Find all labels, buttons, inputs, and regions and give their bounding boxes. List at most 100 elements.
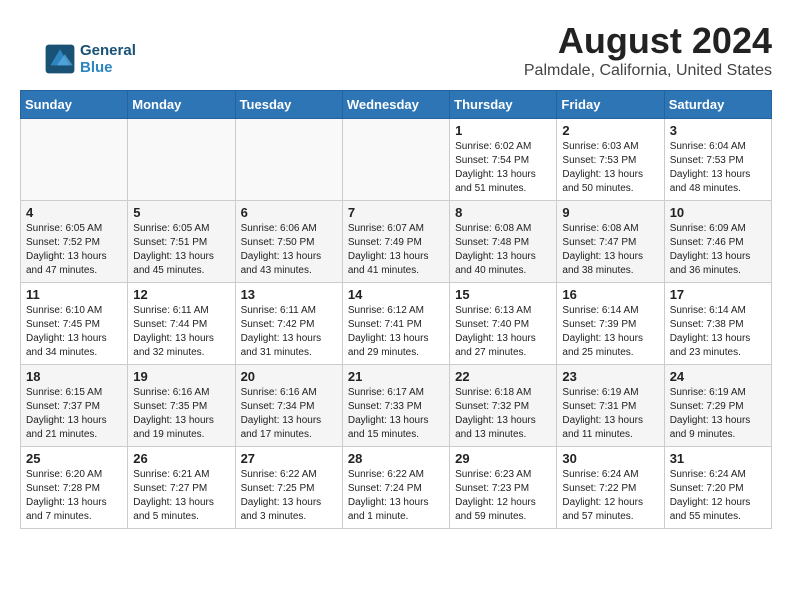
calendar-cell: 29 Sunrise: 6:23 AM Sunset: 7:23 PM Dayli… [450,447,557,529]
day-number: 15 [455,287,551,302]
calendar-cell: 4Sunrise: 6:05 AM Sunset: 7:52 PM Daylig… [21,201,128,283]
calendar-cell: 31Sunrise: 6:24 AM Sunset: 7:20 PM Dayli… [664,447,771,529]
day-number: 10 [670,205,766,220]
day-number: 14 [348,287,444,302]
day-info: Sunrise: 6:06 AM Sunset: 7:50 PM Dayligh… [241,222,337,278]
day-info: Sunrise: 6:08 AM Sunset: 7:48 PM Dayligh… [455,222,551,278]
day-number: 25 [26,451,122,466]
calendar-cell: 30 Sunrise: 6:24 AM Sunset: 7:22 PM Dayli… [557,447,664,529]
calendar-cell: 13 Sunrise: 6:11 AM Sunset: 7:42 PM Dayli… [235,283,342,365]
calendar-cell: 15 Sunrise: 6:13 AM Sunset: 7:40 PM Dayli… [450,283,557,365]
day-info: Sunrise: 6:10 AM Sunset: 7:45 PM Dayligh… [26,304,122,360]
day-number: 6 [241,205,337,220]
calendar-week-row: 4Sunrise: 6:05 AM Sunset: 7:52 PM Daylig… [21,201,772,283]
day-info: Sunrise: 6:13 AM Sunset: 7:40 PM Dayligh… [455,304,551,360]
calendar-week-row: 11 Sunrise: 6:10 AM Sunset: 7:45 PM Dayli… [21,283,772,365]
day-number: 27 [241,451,337,466]
calendar-cell [342,119,449,201]
calendar-week-row: 1 Sunrise: 6:02 AM Sunset: 7:54 PM Daylig… [21,119,772,201]
calendar-cell: 20Sunrise: 6:16 AM Sunset: 7:34 PM Dayli… [235,365,342,447]
day-of-week-header: Thursday [450,91,557,119]
day-info: Sunrise: 6:19 AM Sunset: 7:31 PM Dayligh… [562,386,658,442]
day-info: Sunrise: 6:23 AM Sunset: 7:23 PM Dayligh… [455,468,551,524]
calendar-cell: 7 Sunrise: 6:07 AM Sunset: 7:49 PM Daylig… [342,201,449,283]
day-number: 31 [670,451,766,466]
day-number: 16 [562,287,658,302]
day-number: 5 [133,205,229,220]
day-info: Sunrise: 6:22 AM Sunset: 7:24 PM Dayligh… [348,468,444,524]
day-number: 20 [241,369,337,384]
logo-text: General Blue [80,42,136,76]
calendar-cell: 28 Sunrise: 6:22 AM Sunset: 7:24 PM Dayli… [342,447,449,529]
day-number: 8 [455,205,551,220]
calendar-cell: 11 Sunrise: 6:10 AM Sunset: 7:45 PM Dayli… [21,283,128,365]
day-number: 1 [455,123,551,138]
day-info: Sunrise: 6:18 AM Sunset: 7:32 PM Dayligh… [455,386,551,442]
calendar-cell: 5 Sunrise: 6:05 AM Sunset: 7:51 PM Daylig… [128,201,235,283]
day-number: 21 [348,369,444,384]
top-area: General Blue August 2024 Palmdale, Calif… [20,20,772,80]
day-of-week-header: Tuesday [235,91,342,119]
day-info: Sunrise: 6:11 AM Sunset: 7:44 PM Dayligh… [133,304,229,360]
day-number: 23 [562,369,658,384]
day-info: Sunrise: 6:07 AM Sunset: 7:49 PM Dayligh… [348,222,444,278]
day-info: Sunrise: 6:05 AM Sunset: 7:51 PM Dayligh… [133,222,229,278]
calendar-cell: 26Sunrise: 6:21 AM Sunset: 7:27 PM Dayli… [128,447,235,529]
day-info: Sunrise: 6:16 AM Sunset: 7:35 PM Dayligh… [133,386,229,442]
calendar-cell: 22 Sunrise: 6:18 AM Sunset: 7:32 PM Dayli… [450,365,557,447]
day-info: Sunrise: 6:15 AM Sunset: 7:37 PM Dayligh… [26,386,122,442]
day-info: Sunrise: 6:09 AM Sunset: 7:46 PM Dayligh… [670,222,766,278]
calendar-cell: 18 Sunrise: 6:15 AM Sunset: 7:37 PM Dayli… [21,365,128,447]
calendar-week-row: 18 Sunrise: 6:15 AM Sunset: 7:37 PM Dayli… [21,365,772,447]
day-number: 22 [455,369,551,384]
calendar-cell: 25 Sunrise: 6:20 AM Sunset: 7:28 PM Dayli… [21,447,128,529]
day-info: Sunrise: 6:24 AM Sunset: 7:22 PM Dayligh… [562,468,658,524]
calendar-cell: 19 Sunrise: 6:16 AM Sunset: 7:35 PM Dayli… [128,365,235,447]
day-info: Sunrise: 6:03 AM Sunset: 7:53 PM Dayligh… [562,140,658,196]
day-of-week-header: Monday [128,91,235,119]
calendar-cell [128,119,235,201]
calendar-cell: 10 Sunrise: 6:09 AM Sunset: 7:46 PM Dayli… [664,201,771,283]
calendar-cell: 21 Sunrise: 6:17 AM Sunset: 7:33 PM Dayli… [342,365,449,447]
day-number: 18 [26,369,122,384]
day-of-week-header: Sunday [21,91,128,119]
calendar-cell [21,119,128,201]
calendar-cell: 2Sunrise: 6:03 AM Sunset: 7:53 PM Daylig… [557,119,664,201]
logo-icon [44,43,76,75]
calendar-cell: 3Sunrise: 6:04 AM Sunset: 7:53 PM Daylig… [664,119,771,201]
calendar-cell: 9Sunrise: 6:08 AM Sunset: 7:47 PM Daylig… [557,201,664,283]
day-info: Sunrise: 6:19 AM Sunset: 7:29 PM Dayligh… [670,386,766,442]
calendar-cell [235,119,342,201]
day-number: 3 [670,123,766,138]
day-info: Sunrise: 6:12 AM Sunset: 7:41 PM Dayligh… [348,304,444,360]
day-number: 28 [348,451,444,466]
calendar-header-row: SundayMondayTuesdayWednesdayThursdayFrid… [21,91,772,119]
logo: General Blue [44,42,136,76]
day-number: 13 [241,287,337,302]
calendar-week-row: 25 Sunrise: 6:20 AM Sunset: 7:28 PM Dayli… [21,447,772,529]
day-info: Sunrise: 6:02 AM Sunset: 7:54 PM Dayligh… [455,140,551,196]
calendar-cell: 12 Sunrise: 6:11 AM Sunset: 7:44 PM Dayli… [128,283,235,365]
calendar-cell: 6 Sunrise: 6:06 AM Sunset: 7:50 PM Daylig… [235,201,342,283]
day-of-week-header: Saturday [664,91,771,119]
day-info: Sunrise: 6:08 AM Sunset: 7:47 PM Dayligh… [562,222,658,278]
day-info: Sunrise: 6:14 AM Sunset: 7:38 PM Dayligh… [670,304,766,360]
day-number: 19 [133,369,229,384]
calendar-cell: 24Sunrise: 6:19 AM Sunset: 7:29 PM Dayli… [664,365,771,447]
day-info: Sunrise: 6:14 AM Sunset: 7:39 PM Dayligh… [562,304,658,360]
day-number: 29 [455,451,551,466]
calendar-table: SundayMondayTuesdayWednesdayThursdayFrid… [20,90,772,529]
day-number: 12 [133,287,229,302]
day-number: 30 [562,451,658,466]
calendar-cell: 27Sunrise: 6:22 AM Sunset: 7:25 PM Dayli… [235,447,342,529]
day-info: Sunrise: 6:17 AM Sunset: 7:33 PM Dayligh… [348,386,444,442]
day-of-week-header: Wednesday [342,91,449,119]
calendar-cell: 23 Sunrise: 6:19 AM Sunset: 7:31 PM Dayli… [557,365,664,447]
day-number: 7 [348,205,444,220]
day-number: 4 [26,205,122,220]
calendar-cell: 16 Sunrise: 6:14 AM Sunset: 7:39 PM Dayli… [557,283,664,365]
day-number: 17 [670,287,766,302]
day-info: Sunrise: 6:11 AM Sunset: 7:42 PM Dayligh… [241,304,337,360]
day-number: 11 [26,287,122,302]
day-info: Sunrise: 6:20 AM Sunset: 7:28 PM Dayligh… [26,468,122,524]
